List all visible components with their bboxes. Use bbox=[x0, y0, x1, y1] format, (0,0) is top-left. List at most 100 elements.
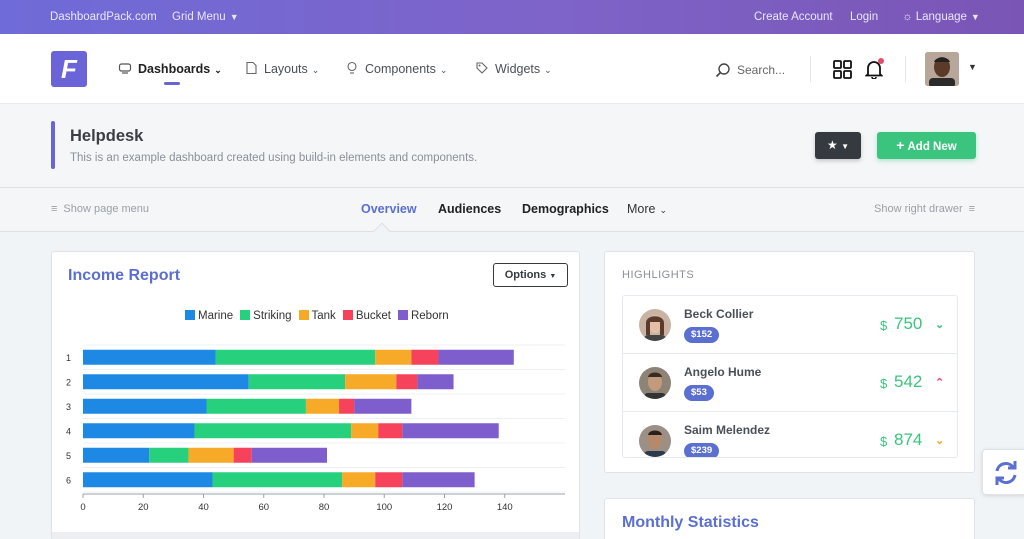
user-avatar[interactable] bbox=[925, 52, 959, 86]
bar-segment bbox=[402, 472, 475, 488]
income-report-title: Income Report bbox=[68, 267, 181, 284]
page-title-area bbox=[0, 104, 1024, 188]
bar-segment bbox=[233, 447, 252, 463]
bar-segment bbox=[438, 349, 514, 365]
bar-segment bbox=[417, 374, 454, 390]
nav-layouts[interactable]: Layouts ⌄ bbox=[244, 61, 319, 76]
page-title: Helpdesk bbox=[70, 127, 144, 145]
nav-components[interactable]: Components ⌄ bbox=[345, 61, 447, 76]
dashboards-icon bbox=[118, 63, 132, 74]
language-dropdown[interactable]: ☼ Language ▼ bbox=[902, 11, 980, 23]
tab-more[interactable]: More ⌄ bbox=[627, 202, 667, 216]
show-right-drawer-label: Show right drawer bbox=[874, 203, 963, 215]
chevron-down-icon: ⌄ bbox=[935, 435, 945, 447]
show-page-menu-link[interactable]: ≡ Show page menu bbox=[51, 203, 149, 215]
highlight-badge: $239 bbox=[684, 443, 720, 457]
caret-down-icon: ▼ bbox=[841, 142, 850, 151]
title-accent-bar bbox=[51, 121, 55, 169]
list-item[interactable]: Saim Melendez $239 $ 874 ⌄ bbox=[623, 412, 957, 457]
user-menu-chevron-icon[interactable]: ▼ bbox=[968, 62, 977, 72]
y-tick-label: 5 bbox=[66, 451, 71, 461]
list-item[interactable]: Angelo Hume $53 $ 542 ⌃ bbox=[623, 354, 957, 412]
options-label: Options bbox=[504, 269, 547, 281]
y-tick-label: 1 bbox=[66, 353, 71, 363]
highlight-name: Beck Collier bbox=[684, 307, 754, 321]
legend-label: Marine bbox=[198, 310, 234, 322]
search-icon bbox=[715, 63, 730, 78]
legend-label: Tank bbox=[311, 310, 336, 322]
bar-segment bbox=[212, 472, 343, 488]
show-page-menu-label: Show page menu bbox=[63, 203, 150, 215]
show-right-drawer-link[interactable]: Show right drawer ≡ bbox=[874, 203, 975, 215]
bar-segment bbox=[375, 349, 412, 365]
y-tick-label: 6 bbox=[66, 475, 71, 485]
chevron-down-icon: ⌄ bbox=[311, 65, 320, 75]
options-button[interactable]: Options ▼ bbox=[493, 263, 568, 287]
favorites-button[interactable]: ★ ▼ bbox=[815, 132, 861, 159]
list-item[interactable]: Beck Collier $152 $ 750 ⌄ bbox=[623, 296, 957, 354]
bar-segment bbox=[83, 349, 216, 365]
legend-item[interactable]: Bucket bbox=[342, 310, 391, 322]
globe-icon: ☼ bbox=[902, 11, 913, 23]
legend-item[interactable]: Tank bbox=[298, 310, 336, 322]
chevron-down-icon: ⌄ bbox=[439, 65, 448, 75]
bar-segment bbox=[339, 398, 355, 414]
legend-swatch bbox=[185, 310, 195, 320]
bar-segment bbox=[351, 423, 379, 439]
highlight-value: 750 bbox=[894, 314, 923, 333]
legend-label: Bucket bbox=[355, 310, 391, 322]
bar-segment bbox=[83, 423, 195, 439]
add-new-button[interactable]: + Add New bbox=[877, 132, 976, 159]
brand-link[interactable]: DashboardPack.com bbox=[50, 11, 157, 23]
refresh-button[interactable] bbox=[982, 449, 1024, 495]
legend-label: Reborn bbox=[410, 310, 449, 322]
monthly-statistics-card: Monthly Statistics bbox=[604, 498, 975, 539]
chevron-down-icon: ⌄ bbox=[659, 205, 668, 215]
y-tick-label: 2 bbox=[66, 377, 71, 387]
caret-down-icon: ▼ bbox=[549, 273, 557, 280]
header-divider bbox=[905, 56, 906, 82]
legend-item[interactable]: Reborn bbox=[397, 310, 449, 322]
bar-segment bbox=[251, 447, 328, 463]
layouts-icon bbox=[246, 61, 257, 75]
nav-widgets[interactable]: Widgets ⌄ bbox=[475, 61, 552, 76]
app-logo[interactable]: F bbox=[51, 51, 87, 87]
nav-dashboards[interactable]: Dashboards ⌄ bbox=[118, 61, 222, 76]
login-link[interactable]: Login bbox=[850, 11, 878, 23]
bar-segment bbox=[215, 349, 376, 365]
currency-symbol: $ bbox=[880, 376, 888, 391]
y-tick-label: 3 bbox=[66, 402, 71, 412]
create-account-link[interactable]: Create Account bbox=[754, 11, 833, 23]
highlights-title: HIGHLIGHTS bbox=[622, 269, 695, 281]
bar-segment bbox=[378, 423, 403, 439]
grid-menu-dropdown[interactable]: Grid Menu ▼ bbox=[172, 11, 239, 23]
bar-segment bbox=[83, 447, 150, 463]
grid-icon[interactable] bbox=[833, 60, 852, 79]
x-tick-label: 20 bbox=[138, 502, 149, 513]
highlight-value: 874 bbox=[894, 430, 923, 449]
highlights-card: HIGHLIGHTS Beck Collier $152 $ 750 ⌄ Ang… bbox=[604, 251, 975, 473]
income-report-chart: 1234560 20 40 60 80 100 120 140 bbox=[66, 344, 565, 513]
avatar bbox=[639, 367, 671, 399]
active-nav-indicator bbox=[164, 82, 180, 85]
notification-dot bbox=[878, 58, 884, 64]
bar-segment bbox=[402, 423, 499, 439]
x-tick-label: 120 bbox=[437, 502, 453, 513]
legend-item[interactable]: Striking bbox=[240, 310, 292, 322]
legend-item[interactable]: Marine bbox=[185, 310, 233, 322]
bar-segment bbox=[194, 423, 352, 439]
bar-segment bbox=[396, 374, 418, 390]
highlight-value: 542 bbox=[894, 372, 923, 391]
legend-swatch bbox=[298, 310, 309, 320]
x-tick-label: 80 bbox=[319, 502, 330, 513]
tab-audiences[interactable]: Audiences bbox=[438, 202, 501, 216]
legend-swatch bbox=[240, 310, 251, 320]
chevron-down-icon: ▼ bbox=[970, 12, 980, 22]
search-box[interactable]: Search... bbox=[715, 62, 785, 78]
bar-segment bbox=[188, 447, 234, 463]
tab-demographics[interactable]: Demographics bbox=[522, 202, 609, 216]
tab-overview[interactable]: Overview bbox=[361, 202, 417, 216]
bar-segment bbox=[83, 374, 249, 390]
x-tick-label: 0 bbox=[80, 502, 85, 513]
bar-segment bbox=[83, 398, 207, 414]
